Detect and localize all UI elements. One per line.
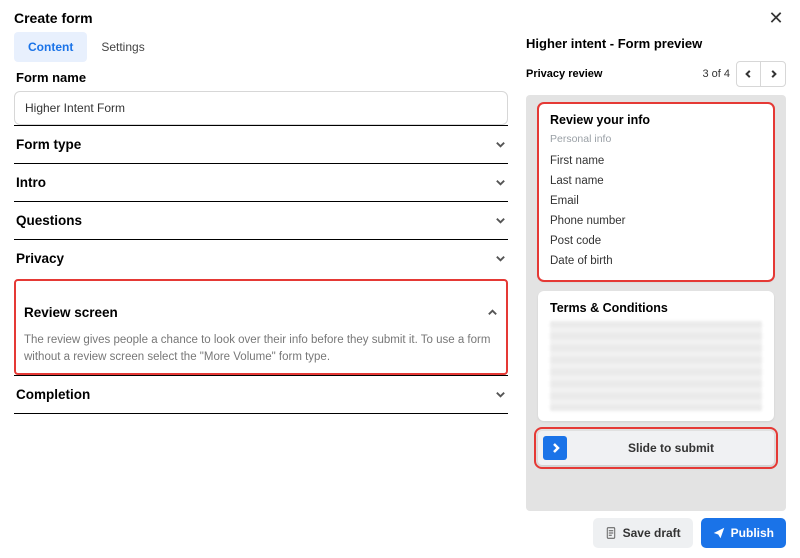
button-label: Publish [731,526,774,540]
form-preview-panel: Higher intent - Form preview Privacy rev… [526,32,786,511]
review-screen-description: The review gives people a chance to look… [22,330,500,373]
card-title: Review your info [550,113,762,127]
slide-label: Slide to submit [573,441,769,455]
accordion-completion[interactable]: Completion [14,375,508,414]
chevron-up-icon [486,307,498,319]
form-editor-panel: Content Settings Form name Form type Int… [14,32,508,511]
preview-title: Higher intent - Form preview [526,36,786,51]
document-icon [605,527,617,539]
button-label: Save draft [623,526,681,540]
accordion-intro[interactable]: Intro [14,163,508,201]
terms-placeholder-text [550,321,762,411]
close-icon[interactable]: ✕ [766,8,786,28]
publish-button[interactable]: Publish [701,518,786,548]
chevron-down-icon [494,253,506,265]
accordion-title: Review screen [24,305,118,320]
accordion-questions[interactable]: Questions [14,201,508,239]
field-post-code: Post code [550,231,762,251]
chevron-down-icon [494,215,506,227]
accordion-title: Form type [16,137,81,152]
form-name-label: Form name [16,70,508,85]
chevron-down-icon [494,139,506,151]
accordion-review-screen[interactable]: Review screen [22,299,500,330]
accordion-privacy[interactable]: Privacy [14,239,508,277]
tab-content[interactable]: Content [14,32,87,62]
slide-to-submit[interactable]: Slide to submit [538,431,774,465]
slide-handle[interactable] [543,436,567,460]
card-subtitle: Personal info [550,133,762,145]
accordion-form-type[interactable]: Form type [14,125,508,163]
preview-card-review-info: Review your info Personal info First nam… [538,103,774,281]
highlight-review-screen: Review screen The review gives people a … [14,279,508,375]
field-phone-number: Phone number [550,211,762,231]
preview-step-count: 3 of 4 [702,68,730,80]
phone-preview: 1. Review your info Personal info First … [526,95,786,511]
form-name-input[interactable] [14,91,508,125]
preview-next-button[interactable] [761,62,785,86]
preview-card-terms: Terms & Conditions [538,291,774,421]
tab-settings[interactable]: Settings [87,32,158,62]
accordion-title: Questions [16,213,82,228]
accordion-title: Privacy [16,251,64,266]
preview-prev-button[interactable] [737,62,761,86]
save-draft-button[interactable]: Save draft [593,518,693,548]
field-last-name: Last name [550,171,762,191]
card-title: Terms & Conditions [550,301,762,315]
field-email: Email [550,191,762,211]
page-title: Create form [14,10,93,26]
field-first-name: First name [550,151,762,171]
field-date-of-birth: Date of birth [550,251,762,271]
chevron-down-icon [494,177,506,189]
preview-step-name: Privacy review [526,68,602,80]
accordion-title: Intro [16,175,46,190]
chevron-down-icon [494,388,506,400]
send-icon [713,527,725,539]
accordion-title: Completion [16,387,90,402]
